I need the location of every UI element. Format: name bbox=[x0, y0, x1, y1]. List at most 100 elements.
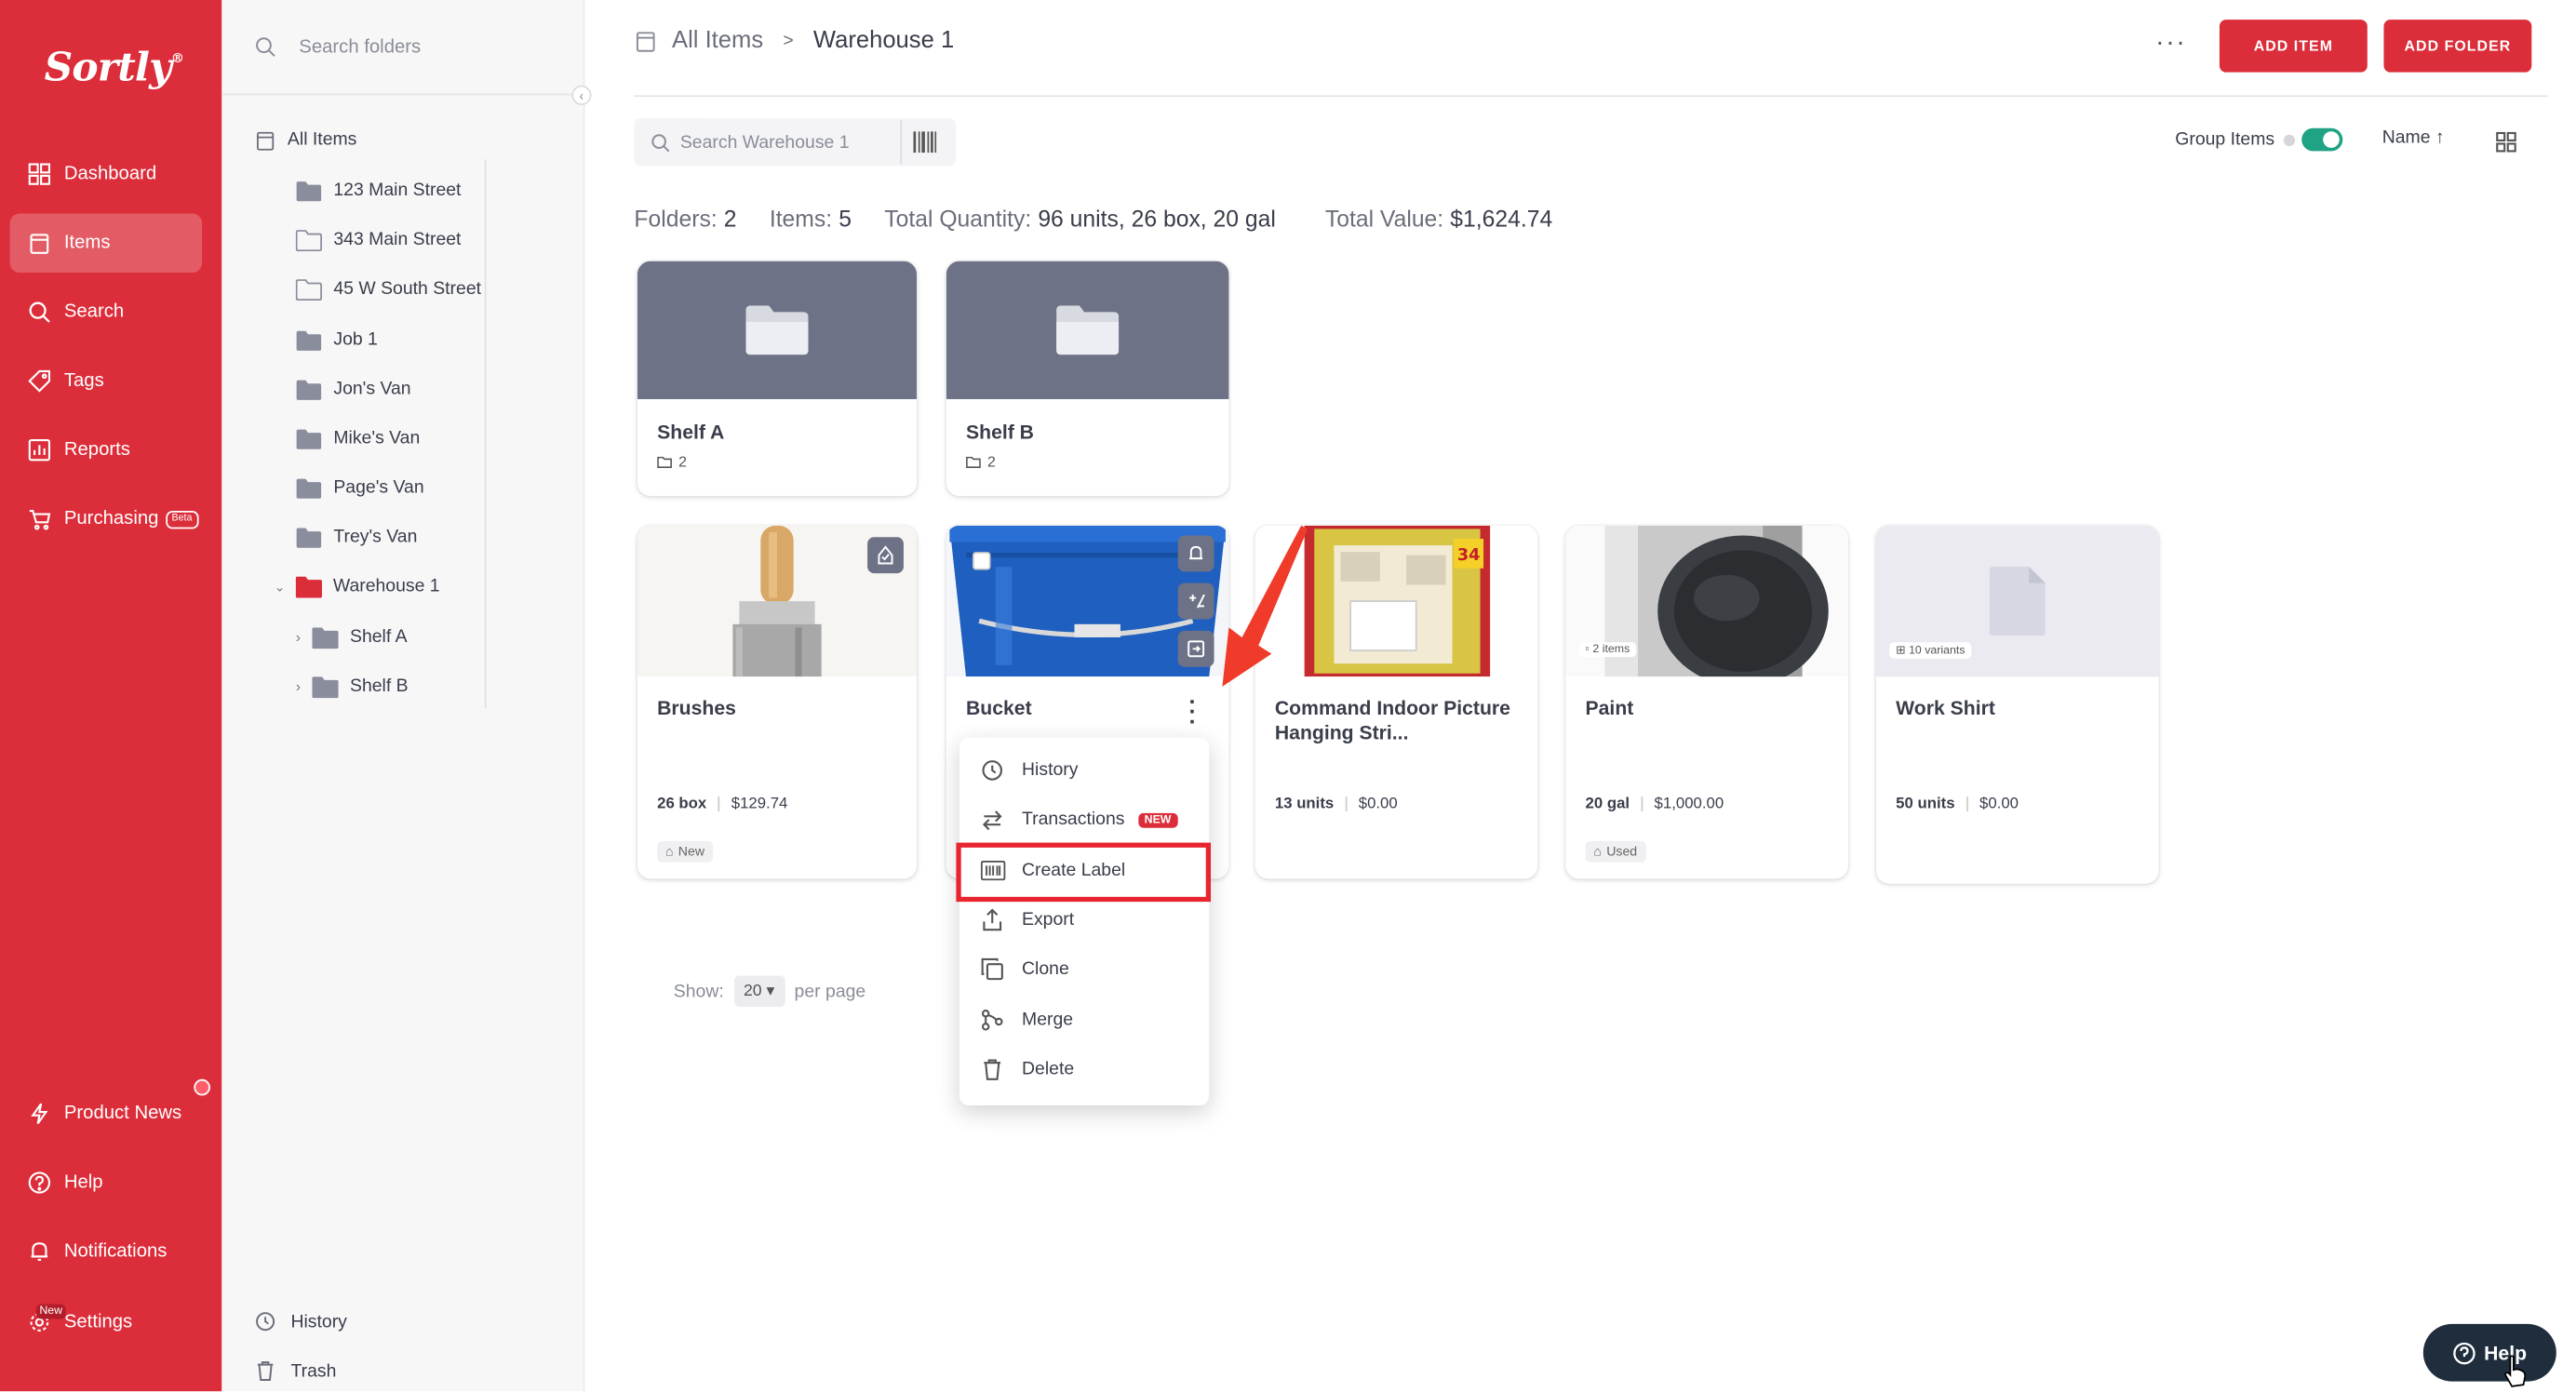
annotation-arrow-icon bbox=[1222, 525, 1308, 687]
folder-label: 45 W South Street bbox=[333, 279, 482, 300]
grid-icon: ⊞ bbox=[1896, 645, 1906, 658]
menu-export[interactable]: Export bbox=[979, 903, 1074, 936]
nav-dashboard[interactable]: Dashboard bbox=[10, 144, 203, 204]
folder-icon bbox=[296, 477, 322, 499]
help-icon bbox=[2453, 1341, 2476, 1364]
add-item-button[interactable]: ADD ITEM bbox=[2219, 20, 2368, 73]
nav-search[interactable]: Search bbox=[10, 283, 203, 342]
folder-label: 343 Main Street bbox=[333, 230, 462, 250]
select-checkbox[interactable] bbox=[973, 552, 991, 570]
nav-purchasing[interactable]: Purchasing Beta bbox=[10, 489, 203, 549]
summary-stats: Folders: 2 Items: 5 Total Quantity: 96 unit… bbox=[634, 206, 1585, 232]
folder-item[interactable]: Mike's Van bbox=[296, 423, 420, 453]
folder-icon bbox=[296, 180, 322, 201]
folder-shelf-b[interactable]: › Shelf B bbox=[296, 672, 409, 702]
folder-card-shelf-b[interactable]: Shelf B 2 bbox=[946, 261, 1229, 497]
export-icon bbox=[979, 908, 1005, 931]
folder-trash[interactable]: Trash bbox=[255, 1360, 336, 1382]
breadcrumb-all-items[interactable]: All Items bbox=[672, 28, 763, 54]
nav-label: Help bbox=[63, 1172, 103, 1193]
item-search[interactable]: Search Warehouse 1 bbox=[634, 118, 957, 167]
add-folder-button[interactable]: ADD FOLDER bbox=[2383, 20, 2532, 73]
barcode-scan-icon[interactable] bbox=[913, 131, 937, 154]
nav-settings[interactable]: Settings bbox=[10, 1292, 203, 1352]
item-qty-price: 26 box $129.74 bbox=[657, 795, 788, 813]
folder-search[interactable]: Search folders bbox=[221, 0, 585, 96]
tag-icon: ⌂ bbox=[664, 844, 674, 860]
nav-label: Notifications bbox=[63, 1241, 168, 1262]
item-menu-button[interactable]: · · · bbox=[1187, 689, 1200, 732]
chevron-right-icon[interactable]: › bbox=[296, 629, 301, 646]
folder-shelf-a[interactable]: › Shelf A bbox=[296, 622, 408, 652]
folder-item[interactable]: Job 1 bbox=[296, 326, 378, 355]
nav-tags[interactable]: Tags bbox=[10, 352, 203, 411]
grid-view-icon[interactable] bbox=[2496, 131, 2517, 153]
folder-warehouse-1[interactable]: ⌄ Warehouse 1 bbox=[275, 571, 440, 601]
nav-label: Items bbox=[63, 233, 111, 253]
folder-all-items[interactable]: All Items bbox=[255, 125, 357, 154]
file-icon bbox=[1989, 567, 2046, 636]
nav-items[interactable]: Items bbox=[9, 213, 203, 274]
nav-help[interactable]: Help bbox=[10, 1153, 203, 1212]
sort-button[interactable]: Name ↑ bbox=[2382, 128, 2445, 148]
folder-icon bbox=[295, 278, 322, 301]
variants-badge: ⊞ 10 variants bbox=[1889, 642, 1972, 659]
folder-label: Job 1 bbox=[333, 329, 378, 351]
pagination: Show: 20 ▾ per page bbox=[673, 975, 865, 1008]
folder-icon bbox=[296, 379, 322, 400]
nav-label: Dashboard bbox=[63, 164, 157, 184]
item-card-paint[interactable]: ▫ 2 items Paint 20 gal $1,000.00 ⌂ Used bbox=[1565, 525, 1848, 879]
search-icon bbox=[26, 300, 50, 324]
pager-show-label: Show: bbox=[673, 981, 724, 1001]
sortly-logo[interactable]: Sortly® bbox=[45, 43, 184, 90]
item-card-brushes[interactable]: Brushes 26 box $129.74 ⌂ New bbox=[637, 525, 918, 879]
nav-label: Settings bbox=[63, 1312, 133, 1332]
menu-clone[interactable]: Clone bbox=[979, 953, 1069, 985]
folder-item[interactable]: 123 Main Street bbox=[296, 176, 462, 206]
arrow-up-icon: ↑ bbox=[2435, 127, 2445, 148]
folder-label: 123 Main Street bbox=[333, 181, 462, 201]
stat-value: Total Value: $1,624.74 bbox=[1324, 205, 1553, 232]
item-search-input[interactable]: Search Warehouse 1 bbox=[680, 132, 850, 152]
file-icon: ▫ bbox=[1585, 644, 1590, 656]
per-page-select[interactable]: 20 ▾ bbox=[733, 975, 785, 1008]
folder-item[interactable]: 45 W South Street bbox=[295, 274, 482, 304]
group-items-toggle[interactable]: Group Items bbox=[2175, 127, 2342, 152]
folder-history[interactable]: History bbox=[255, 1311, 347, 1332]
folder-label: All Items bbox=[287, 129, 357, 150]
help-icon bbox=[26, 1171, 50, 1195]
folder-card-shelf-a[interactable]: Shelf A 2 bbox=[637, 261, 918, 497]
menu-transactions[interactable]: Transactions NEW bbox=[979, 803, 1178, 836]
breadcrumb: All Items > Warehouse 1 bbox=[634, 28, 954, 54]
nav-notifications[interactable]: Notifications bbox=[10, 1222, 203, 1281]
trash-icon bbox=[255, 1360, 276, 1382]
folder-thumbnail bbox=[946, 261, 1229, 399]
menu-merge[interactable]: Merge bbox=[979, 1004, 1073, 1037]
folder-item[interactable]: Trey's Van bbox=[296, 522, 417, 552]
nav-label: Search bbox=[63, 301, 125, 322]
chevron-down-icon[interactable]: ⌄ bbox=[275, 579, 286, 594]
folder-item[interactable]: Page's Van bbox=[296, 473, 424, 502]
history-icon bbox=[255, 1311, 276, 1332]
folder-search-input[interactable]: Search folders bbox=[299, 37, 421, 57]
item-card-work-shirt[interactable]: ⊞ 10 variants Work Shirt 50 units $0.00 bbox=[1875, 525, 2159, 884]
chevron-right-icon[interactable]: › bbox=[296, 678, 301, 695]
menu-delete[interactable]: Delete bbox=[979, 1053, 1074, 1086]
nav-reports[interactable]: Reports bbox=[10, 421, 203, 480]
create-label-highlight bbox=[956, 842, 1212, 903]
help-chat-button[interactable]: Help bbox=[2422, 1323, 2556, 1382]
item-tag: ⌂ Used bbox=[1585, 840, 1646, 863]
stat-items: Items: 5 bbox=[769, 205, 852, 232]
folder-card-title: Shelf A bbox=[657, 420, 725, 444]
folder-item[interactable]: 343 Main Street bbox=[295, 225, 462, 255]
more-options-button[interactable]: ··· bbox=[2155, 30, 2187, 60]
folder-icon bbox=[966, 455, 981, 468]
group-toggle-switch[interactable] bbox=[2301, 127, 2342, 152]
search-divider bbox=[900, 119, 903, 165]
nav-product-news[interactable]: Product News bbox=[10, 1084, 203, 1144]
tag-icon bbox=[26, 368, 50, 393]
checkout-icon[interactable] bbox=[867, 537, 904, 574]
folder-item[interactable]: Jon's Van bbox=[296, 374, 411, 404]
menu-history[interactable]: History bbox=[979, 754, 1078, 786]
nav-label: Tags bbox=[63, 370, 104, 392]
